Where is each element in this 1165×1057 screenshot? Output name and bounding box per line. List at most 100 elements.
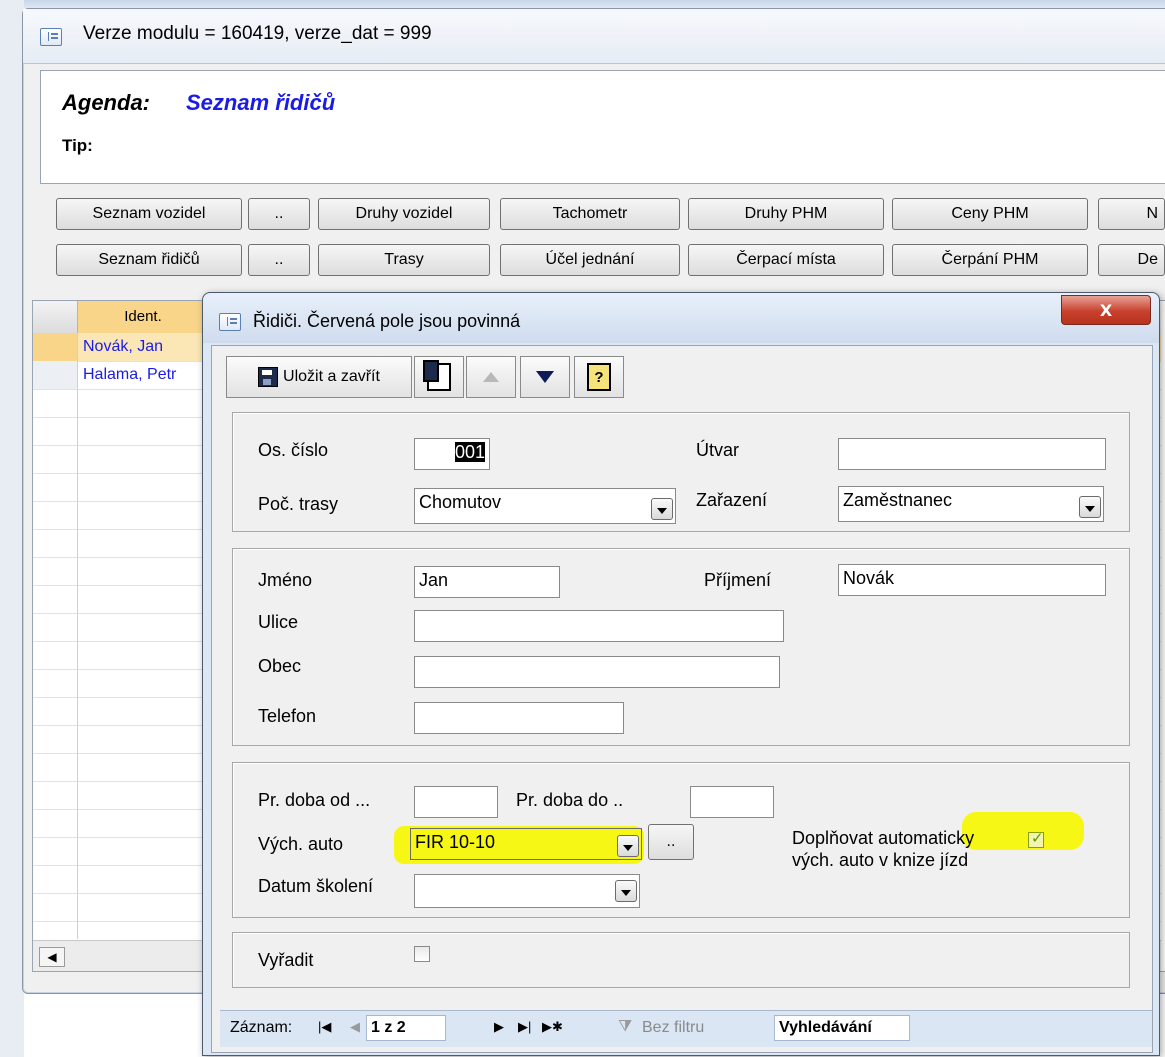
background-titlebar	[0, 0, 1165, 8]
datum-skoleni-label: Datum školení	[258, 876, 374, 896]
select-all-corner[interactable]	[33, 301, 78, 333]
telefon-field[interactable]	[414, 702, 624, 734]
dialog-title: Řidiči. Červená pole jsou povinná	[253, 311, 521, 331]
doplnovat-checkbox[interactable]: ✓	[1028, 829, 1044, 848]
tip-label: Tip:	[62, 136, 93, 155]
background-sheet	[0, 0, 24, 1057]
poc-trasy-combo[interactable]: Chomutov	[414, 488, 676, 524]
de-button[interactable]: De	[1098, 244, 1165, 276]
jmeno-field[interactable]: Jan	[414, 566, 560, 598]
zarazeni-value: Zaměstnanec	[843, 490, 953, 510]
os-cislo-label: Os. číslo	[258, 440, 329, 460]
pr-doba-od-label: Pr. doba od ...	[258, 790, 371, 810]
first-record-icon[interactable]: |◀	[318, 1019, 331, 1035]
obec-label: Obec	[258, 656, 302, 676]
os-cislo-value: 001	[454, 442, 485, 462]
agenda-value: Seznam řidičů	[186, 90, 336, 115]
chevron-down-icon[interactable]	[1079, 496, 1101, 518]
filter-icon: ⧩	[618, 1018, 633, 1035]
checkmark-icon: ✓	[1031, 829, 1044, 847]
pr-doba-od-field[interactable]	[414, 786, 498, 818]
save-icon	[258, 367, 279, 387]
driver-name-cell[interactable]: Halama, Petr	[83, 361, 213, 389]
doplnovat-label: Doplňovat automaticky	[792, 828, 975, 848]
zarazeni-combo[interactable]: Zaměstnanec	[838, 486, 1104, 522]
poc-trasy-label: Poč. trasy	[258, 494, 339, 514]
poc-trasy-value: Chomutov	[419, 492, 502, 512]
new-record-button[interactable]	[414, 356, 464, 398]
telefon-label: Telefon	[258, 706, 317, 726]
vozidla-more-button[interactable]: ..	[248, 198, 310, 230]
zaznam-label: Záznam:	[230, 1019, 293, 1036]
ulice-label: Ulice	[258, 612, 299, 632]
pr-doba-do-field[interactable]	[690, 786, 774, 818]
vych-auto-value: FIR 10-10	[415, 832, 496, 852]
obec-field[interactable]	[414, 656, 780, 688]
n-button[interactable]: N	[1098, 198, 1165, 230]
seznam-ridicu-button[interactable]: Seznam řidičů	[56, 244, 242, 276]
cerpani-phm-button[interactable]: Čerpání PHM	[892, 244, 1088, 276]
main-form-title: Verze modulu = 160419, verze_dat = 999	[83, 23, 432, 44]
driver-name-cell[interactable]: Novák, Jan	[83, 333, 213, 361]
prev-record-icon[interactable]: ◀	[350, 1019, 360, 1035]
last-record-icon[interactable]: ▶|	[518, 1019, 531, 1035]
row-selector[interactable]	[33, 333, 78, 361]
doplnovat-label-line2: vých. auto v knize jízd	[792, 850, 969, 870]
help-icon: ?	[587, 363, 611, 391]
chevron-down-icon[interactable]	[615, 880, 637, 902]
record-navigator: Záznam: |◀ ◀ 1 z 2 ▶ ▶| ▶✱ ⧩ Bez filtru …	[220, 1010, 1152, 1047]
vyradit-checkbox[interactable]	[414, 946, 430, 962]
druhy-phm-button[interactable]: Druhy PHM	[688, 198, 884, 230]
vyradit-label: Vyřadit	[258, 950, 314, 970]
dialog-titlebar: Řidiči. Červená pole jsou povinná X	[203, 293, 1159, 343]
ident-column-header[interactable]: Ident.	[78, 301, 208, 333]
tachometr-button[interactable]: Tachometr	[500, 198, 680, 230]
datum-skoleni-combo[interactable]	[414, 874, 640, 908]
utvar-label: Útvar	[696, 440, 740, 460]
retire-panel	[232, 932, 1130, 988]
form-icon	[40, 28, 62, 46]
previous-record-button[interactable]	[466, 356, 516, 398]
vych-auto-label: Vých. auto	[258, 834, 344, 854]
highlight-marker	[962, 812, 1084, 850]
ridici-more-button[interactable]: ..	[248, 244, 310, 276]
save-and-close-label: Uložit a zavřít	[283, 368, 380, 385]
new-record-icon	[423, 360, 451, 391]
arrow-down-icon	[536, 371, 554, 383]
row-selector[interactable]	[33, 361, 78, 389]
vych-auto-ellipsis-button[interactable]: ..	[648, 824, 694, 860]
jmeno-label: Jméno	[258, 570, 313, 590]
ulice-field[interactable]	[414, 610, 784, 642]
druhy-vozidel-button[interactable]: Druhy vozidel	[318, 198, 490, 230]
next-record-icon[interactable]: ▶	[494, 1019, 504, 1035]
prijmeni-field[interactable]: Novák	[838, 564, 1106, 596]
ceny-phm-button[interactable]: Ceny PHM	[892, 198, 1088, 230]
chevron-down-icon[interactable]	[651, 498, 673, 520]
vych-auto-combo[interactable]: FIR 10-10	[410, 828, 642, 860]
main-form-titlebar: Verze modulu = 160419, verze_dat = 999	[23, 9, 1165, 64]
filter-label[interactable]: Bez filtru	[642, 1019, 704, 1037]
save-and-close-button[interactable]: Uložit a zavřít	[226, 356, 412, 398]
scroll-left-arrow-icon[interactable]: ◀	[39, 947, 65, 967]
os-cislo-field[interactable]: 001	[414, 438, 490, 470]
utvar-field[interactable]	[838, 438, 1106, 470]
trasy-button[interactable]: Trasy	[318, 244, 490, 276]
search-field[interactable]: Vyhledávání	[774, 1015, 910, 1041]
form-icon	[219, 313, 241, 331]
arrow-up-icon	[483, 372, 499, 382]
ucel-jednani-button[interactable]: Účel jednání	[500, 244, 680, 276]
pr-doba-do-label: Pr. doba do ..	[516, 790, 624, 810]
new-record-nav-icon[interactable]: ▶✱	[542, 1019, 563, 1035]
close-button[interactable]: X	[1061, 295, 1151, 325]
column-divider	[77, 333, 78, 939]
agenda-label: Agenda:	[62, 90, 150, 115]
next-record-button[interactable]	[520, 356, 570, 398]
help-button[interactable]: ?	[574, 356, 624, 398]
prijmeni-label: Příjmení	[704, 570, 772, 590]
cerpaci-mista-button[interactable]: Čerpací místa	[688, 244, 884, 276]
zarazeni-label: Zařazení	[696, 490, 768, 510]
seznam-vozidel-button[interactable]: Seznam vozidel	[56, 198, 242, 230]
agenda-panel	[40, 70, 1165, 184]
record-position-field[interactable]: 1 z 2	[366, 1015, 446, 1041]
chevron-down-icon[interactable]	[617, 835, 639, 857]
